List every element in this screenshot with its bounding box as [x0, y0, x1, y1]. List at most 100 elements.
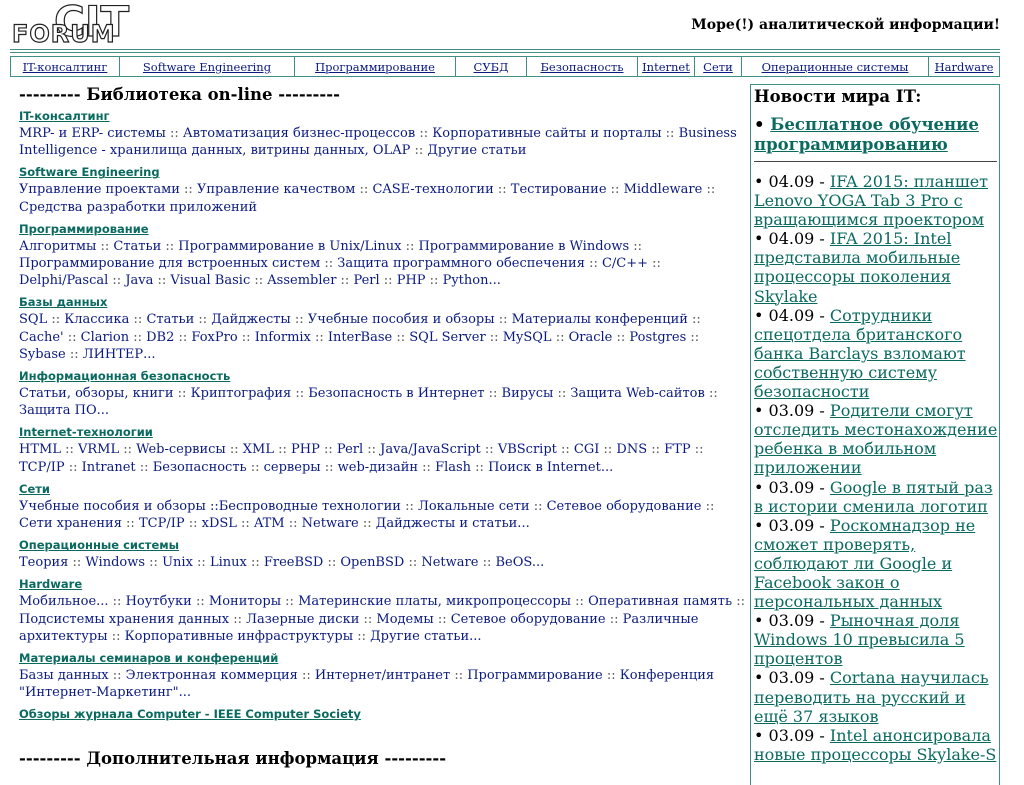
nav-security[interactable]: Безопасность [527, 57, 638, 76]
section-link[interactable]: Unix [162, 555, 193, 570]
section-link[interactable]: Защита ПО... [19, 403, 109, 418]
section-link[interactable]: Windows [85, 555, 145, 570]
section-link[interactable]: Электронная коммерция [126, 668, 298, 683]
section-link[interactable]: Другие статьи... [370, 629, 481, 644]
section-link[interactable]: SQL [19, 312, 47, 327]
section-link[interactable]: Автоматизация бизнес-процессов [183, 126, 415, 141]
section-title-link[interactable]: Hardware [19, 576, 745, 593]
nav-programming[interactable]: Программирование [295, 57, 456, 76]
section-link[interactable]: Безопасность в Интернет [308, 386, 484, 401]
section-link[interactable]: OpenBSD [340, 555, 404, 570]
section-link[interactable]: PHP [291, 442, 320, 457]
section-link[interactable]: Мобильное... [19, 594, 109, 609]
section-link[interactable]: Дайджесты и статьи... [376, 516, 530, 531]
nav-operating-systems[interactable]: Операционные системы [742, 57, 929, 76]
section-link[interactable]: Безопасность [153, 460, 247, 475]
section-link[interactable]: InterBase [328, 330, 392, 345]
section-link[interactable]: Программирование в Windows [418, 239, 629, 254]
section-link[interactable]: PHP [397, 273, 426, 288]
section-link[interactable]: Сетевое оборудование [451, 612, 606, 627]
section-link[interactable]: Вирусы [502, 386, 554, 401]
section-title-link[interactable]: Информационная безопасность [19, 368, 745, 385]
section-link[interactable]: Корпоративные сайты и порталы [432, 126, 661, 141]
section-link[interactable]: TCP/IP [139, 516, 185, 531]
section-link[interactable]: CGI [574, 442, 599, 457]
section-link[interactable]: Intranet [82, 460, 136, 475]
section-title-link[interactable]: Материалы семинаров и конференций [19, 650, 745, 667]
section-link[interactable]: CASE-технологии [372, 182, 493, 197]
nav-internet[interactable]: Internet [638, 57, 695, 76]
section-link[interactable]: Управление проектами [19, 182, 180, 197]
section-link[interactable]: Flash [435, 460, 471, 475]
section-link[interactable]: Материнские платы, микропроцессоры [298, 594, 571, 609]
section-link[interactable]: SQL Server [409, 330, 485, 345]
section-link[interactable]: Netware [421, 555, 478, 570]
section-link[interactable]: Другие статьи [427, 143, 526, 158]
section-link[interactable]: Informix [255, 330, 311, 345]
section-link[interactable]: ATM [254, 516, 285, 531]
section-link[interactable]: web-дизайн [338, 460, 418, 475]
section-link[interactable]: TCP/IP [19, 460, 65, 475]
section-link[interactable]: серверы [264, 460, 321, 475]
section-link[interactable]: DB2 [146, 330, 174, 345]
section-link[interactable]: MRP- и ERP- системы [19, 126, 166, 141]
section-link[interactable]: Java/JavaScript [380, 442, 481, 457]
section-link[interactable]: Мониторы [209, 594, 281, 609]
section-link[interactable]: Базы данных [19, 668, 109, 683]
section-title-link[interactable]: Internet-технологии [19, 424, 745, 441]
section-title-link[interactable]: Базы данных [19, 294, 745, 311]
section-link[interactable]: Visual Basic [170, 273, 250, 288]
section-link[interactable]: Oracle [569, 330, 613, 345]
section-link[interactable]: Оперативная память [588, 594, 732, 609]
section-link[interactable]: FreeBSD [264, 555, 324, 570]
section-link[interactable]: Дайджесты [211, 312, 290, 327]
section-link[interactable]: Статьи, обзоры, книги [19, 386, 174, 401]
section-link[interactable]: Локальные сети [418, 499, 530, 514]
section-link[interactable]: Assembler [267, 273, 336, 288]
section-link[interactable]: Модемы [376, 612, 433, 627]
section-link[interactable]: Postgres [629, 330, 686, 345]
section-link[interactable]: Delphi/Pascal [19, 273, 108, 288]
section-link[interactable]: FoxPro [191, 330, 237, 345]
section-link[interactable]: Статьи [113, 239, 161, 254]
section-link[interactable]: XML [243, 442, 274, 457]
section-link[interactable]: Учебные пособия и обзоры ::Беспроводные … [19, 499, 401, 514]
section-link[interactable]: Perl [337, 442, 363, 457]
section-link[interactable]: Тестирование [511, 182, 607, 197]
section-link[interactable]: Программирование в Unix/Linux [178, 239, 401, 254]
section-title-link[interactable]: IT-консалтинг [19, 108, 745, 125]
section-link[interactable]: Лазерные диски [246, 612, 359, 627]
section-link[interactable]: Управление качеством [197, 182, 355, 197]
section-link[interactable]: Cache' [19, 330, 64, 345]
section-link[interactable]: ЛИНТЕР... [83, 347, 156, 362]
section-link[interactable]: Криптография [191, 386, 292, 401]
section-link[interactable]: FTP [664, 442, 690, 457]
section-link[interactable]: HTML [19, 442, 61, 457]
section-link[interactable]: Сети хранения [19, 516, 122, 531]
nav-it-consulting[interactable]: IT-консалтинг [11, 57, 120, 76]
section-link[interactable]: Статьи [146, 312, 194, 327]
nav-software-engineering[interactable]: Software Engineering [120, 57, 295, 76]
section-link[interactable]: Поиск в Internet... [488, 460, 613, 475]
section-link[interactable]: C/C++ [602, 256, 648, 271]
section-link[interactable]: Подсистемы хранения данных [19, 612, 229, 627]
section-link[interactable]: Классика [64, 312, 129, 327]
section-link[interactable]: Linux [210, 555, 247, 570]
section-link[interactable]: Java [125, 273, 153, 288]
section-link[interactable]: DNS [616, 442, 647, 457]
nav-hardware[interactable]: Hardware [929, 57, 999, 76]
section-link[interactable]: Алгоритмы [19, 239, 96, 254]
section-title-link[interactable]: Сети [19, 481, 745, 498]
section-link[interactable]: Sybase [19, 347, 66, 362]
section-link[interactable]: Корпоративные инфраструктуры [125, 629, 353, 644]
nav-networks[interactable]: Сети [695, 57, 742, 76]
section-link[interactable]: VRML [78, 442, 119, 457]
section-link[interactable]: Теория [19, 555, 68, 570]
section-link[interactable]: Защита Web-сайтов [570, 386, 704, 401]
section-title-link[interactable]: Операционные системы [19, 537, 745, 554]
section-link[interactable]: Perl [353, 273, 379, 288]
section-link[interactable]: BeOS... [495, 555, 544, 570]
section-link[interactable]: Материалы конференций [512, 312, 688, 327]
section-link[interactable]: Сетевое оборудование [547, 499, 702, 514]
section-link[interactable]: Clarion [81, 330, 129, 345]
